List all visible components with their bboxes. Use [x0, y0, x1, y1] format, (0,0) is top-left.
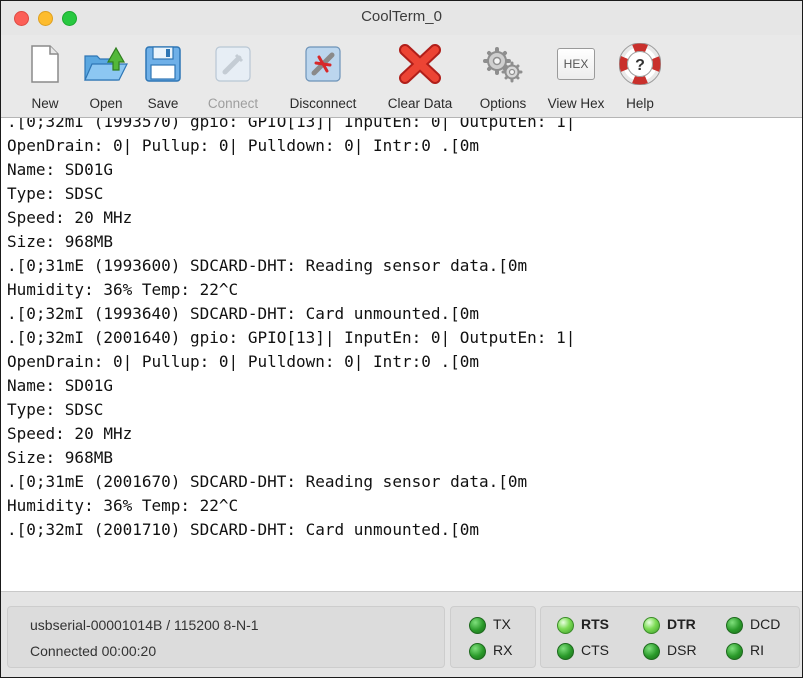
terminal-line: Speed: 20 MHz — [7, 424, 133, 443]
window-title: CoolTerm_0 — [361, 8, 442, 25]
save-button[interactable]: Save — [138, 35, 188, 117]
dsr-indicator-light — [643, 643, 660, 660]
disconnect-button[interactable]: Disconnect — [277, 35, 369, 117]
connect-plug-icon — [198, 41, 268, 87]
view-hex-button-label: View Hex — [547, 96, 605, 111]
connection-time-text: Connected 00:00:20 — [30, 643, 157, 659]
terminal-line: OpenDrain: 0| Pullup: 0| Pulldown: 0| In… — [7, 352, 480, 371]
hex-icon-text: HEX — [557, 48, 595, 80]
tx-indicator-light — [469, 617, 486, 634]
disconnect-plug-icon — [277, 41, 369, 87]
options-button-label: Options — [479, 96, 527, 111]
rts-indicator-label: RTS — [581, 616, 609, 632]
open-button-label: Open — [89, 96, 123, 111]
connect-button[interactable]: Connect — [198, 35, 268, 117]
new-document-icon — [19, 41, 71, 87]
port-settings-text: usbserial-00001014B / 115200 8-N-1 — [30, 617, 259, 633]
terminal-line: .[0;31mE (2001670) SDCARD-DHT: Reading s… — [7, 472, 528, 491]
disconnect-button-label: Disconnect — [289, 96, 357, 111]
help-icon-text: ? — [635, 57, 645, 74]
toolbar: New Open Save Connect Disconnect Clear D… — [1, 35, 802, 118]
connect-button-label: Connect — [207, 96, 259, 111]
cts-indicator-label: CTS — [581, 642, 609, 658]
terminal-output[interactable]: .[0;32mI (1993570) gpio: GPIO[13]| Input… — [1, 118, 802, 591]
terminal-line: .[0;32mI (2001710) SDCARD-DHT: Card unmo… — [7, 520, 480, 539]
dsr-indicator-label: DSR — [667, 642, 697, 658]
terminal-line: Name: SD01G — [7, 376, 113, 395]
help-button[interactable]: ? Help — [616, 35, 664, 117]
terminal-line: .[0;31mE (1993600) SDCARD-DHT: Reading s… — [7, 256, 528, 275]
coolterm-window: CoolTerm_0 New Open Save Connect Disconn… — [0, 0, 803, 678]
terminal-line: Name: SD01G — [7, 160, 113, 179]
signal-lines-panel: RTS DTR DCD CTS DSR RI — [540, 606, 800, 668]
title-bar: CoolTerm_0 — [1, 1, 802, 35]
txrx-panel: TX RX — [450, 606, 536, 668]
clear-x-icon — [374, 41, 466, 87]
help-lifebuoy-icon: ? — [616, 41, 664, 87]
dtr-indicator-light[interactable] — [643, 617, 660, 634]
status-bar: usbserial-00001014B / 115200 8-N-1 Conne… — [1, 591, 802, 677]
tx-indicator-label: TX — [493, 616, 511, 632]
terminal-line: Humidity: 36% Temp: 22^C — [7, 496, 239, 515]
terminal-line: Humidity: 36% Temp: 22^C — [7, 280, 239, 299]
hex-icon: HEX — [543, 41, 609, 87]
terminal-line: .[0;32mI (1993640) SDCARD-DHT: Card unmo… — [7, 304, 480, 323]
rx-indicator-light — [469, 643, 486, 660]
terminal-line: Type: SDSC — [7, 400, 104, 419]
terminal-line: OpenDrain: 0| Pullup: 0| Pulldown: 0| In… — [7, 136, 480, 155]
new-button[interactable]: New — [19, 35, 71, 117]
terminal-line: .[0;32mI (1993570) gpio: GPIO[13]| Input… — [7, 118, 576, 131]
options-button[interactable]: Options — [469, 35, 537, 117]
rx-indicator-label: RX — [493, 642, 513, 658]
dcd-indicator-light — [726, 617, 743, 634]
terminal-line: Speed: 20 MHz — [7, 208, 133, 227]
port-info-panel: usbserial-00001014B / 115200 8-N-1 Conne… — [7, 606, 445, 668]
gears-icon — [469, 41, 537, 87]
dtr-indicator-label: DTR — [667, 616, 696, 632]
dcd-indicator-label: DCD — [750, 616, 781, 632]
open-button[interactable]: Open — [78, 35, 134, 117]
clear-data-button-label: Clear Data — [387, 96, 453, 111]
terminal-line: Size: 968MB — [7, 232, 113, 251]
terminal-line: .[0;32mI (2001640) gpio: GPIO[13]| Input… — [7, 328, 576, 347]
ri-indicator-label: RI — [750, 642, 764, 658]
terminal-line: Size: 968MB — [7, 448, 113, 467]
view-hex-button[interactable]: HEX View Hex — [543, 35, 609, 117]
open-folder-icon — [78, 41, 134, 87]
terminal-lines: .[0;32mI (1993570) gpio: GPIO[13]| Input… — [1, 118, 575, 542]
rts-indicator-light[interactable] — [557, 617, 574, 634]
terminal-line: Type: SDSC — [7, 184, 104, 203]
cts-indicator-light — [557, 643, 574, 660]
new-button-label: New — [31, 96, 59, 111]
ri-indicator-light — [726, 643, 743, 660]
save-button-label: Save — [147, 96, 179, 111]
help-button-label: Help — [626, 96, 654, 111]
clear-data-button[interactable]: Clear Data — [374, 35, 466, 117]
save-floppy-icon — [138, 41, 188, 87]
